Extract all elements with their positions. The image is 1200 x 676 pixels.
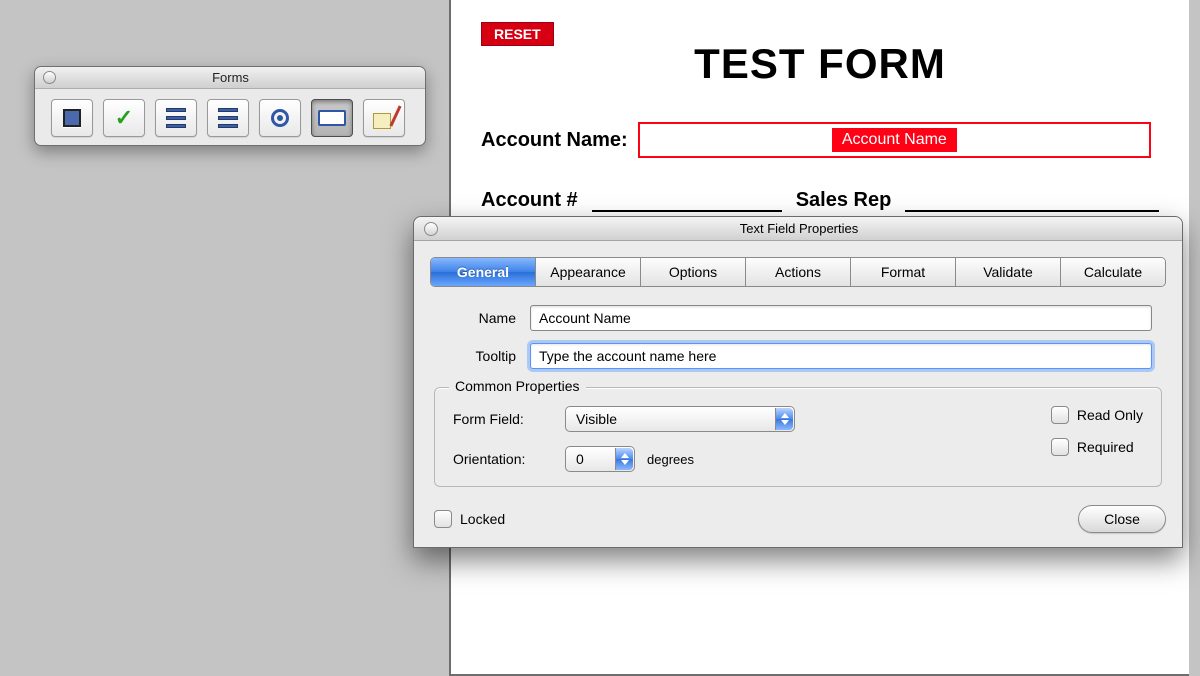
textfield-icon (318, 110, 346, 126)
account-name-field[interactable]: Account Name (638, 122, 1151, 158)
check-icon: ✓ (115, 107, 133, 129)
form-field-value: Visible (576, 411, 617, 427)
account-number-label: Account # (481, 189, 578, 212)
name-field-row: Name (444, 305, 1152, 331)
button-tool[interactable] (51, 99, 93, 137)
orientation-select[interactable]: 0 (565, 446, 635, 472)
tab-appearance[interactable]: Appearance (536, 258, 641, 286)
forms-toolbar-body: ✓ (35, 89, 425, 137)
required-label: Required (1077, 439, 1134, 455)
form-field-select[interactable]: Visible (565, 406, 795, 432)
dialog-footer: Locked Close (414, 497, 1182, 547)
chevron-updown-icon (615, 448, 633, 470)
close-icon[interactable] (424, 222, 438, 236)
tab-validate[interactable]: Validate (956, 258, 1061, 286)
account-name-row: Account Name: Account Name (481, 122, 1159, 158)
readonly-row[interactable]: Read Only (1051, 406, 1143, 424)
sales-rep-label: Sales Rep (796, 189, 892, 212)
tooltip-field-row: Tooltip (444, 343, 1152, 369)
radio-icon (271, 109, 289, 127)
forms-toolbar-titlebar[interactable]: Forms (35, 67, 425, 89)
form-field-label: Form Field: (453, 411, 553, 427)
account-number-field[interactable] (592, 188, 782, 212)
reset-button[interactable]: RESET (481, 22, 554, 46)
forms-toolbar[interactable]: Forms ✓ (34, 66, 426, 146)
locked-row[interactable]: Locked (434, 510, 505, 528)
orientation-value: 0 (576, 451, 584, 467)
tab-options[interactable]: Options (641, 258, 746, 286)
forms-toolbar-title: Forms (56, 70, 405, 85)
required-checkbox[interactable] (1051, 438, 1069, 456)
orientation-unit: degrees (647, 452, 694, 467)
tab-general[interactable]: General (431, 258, 536, 286)
orientation-label: Orientation: (453, 451, 553, 467)
listbox-icon (218, 108, 238, 128)
readonly-label: Read Only (1077, 407, 1143, 423)
dialog-titlebar[interactable]: Text Field Properties (414, 217, 1182, 241)
account-name-label: Account Name: (481, 129, 628, 152)
locked-label: Locked (460, 511, 505, 527)
tab-calculate[interactable]: Calculate (1061, 258, 1165, 286)
textfield-tool[interactable] (311, 99, 353, 137)
tab-format[interactable]: Format (851, 258, 956, 286)
name-label: Name (444, 310, 516, 326)
combobox-icon (166, 108, 186, 128)
account-number-row: Account # Sales Rep (481, 188, 1159, 212)
button-icon (63, 109, 81, 127)
page-title: TEST FORM (481, 40, 1159, 88)
selected-field-badge: Account Name (832, 128, 957, 152)
locked-checkbox[interactable] (434, 510, 452, 528)
tooltip-label: Tooltip (444, 348, 516, 364)
signature-tool[interactable] (363, 99, 405, 137)
chevron-updown-icon (775, 408, 793, 430)
dialog-body: General Appearance Options Actions Forma… (414, 241, 1182, 487)
tooltip-input[interactable] (530, 343, 1152, 369)
name-input[interactable] (530, 305, 1152, 331)
required-row[interactable]: Required (1051, 438, 1143, 456)
text-field-properties-dialog[interactable]: Text Field Properties General Appearance… (413, 216, 1183, 548)
tab-actions[interactable]: Actions (746, 258, 851, 286)
checkbox-tool[interactable]: ✓ (103, 99, 145, 137)
signature-icon (373, 107, 395, 129)
readonly-checkbox[interactable] (1051, 406, 1069, 424)
dialog-title: Text Field Properties (438, 221, 1160, 236)
common-properties-group: Common Properties Form Field: Visible Or… (434, 387, 1162, 487)
radiobutton-tool[interactable] (259, 99, 301, 137)
common-properties-title: Common Properties (449, 378, 586, 394)
sales-rep-field[interactable] (905, 188, 1159, 212)
listbox-tool[interactable] (207, 99, 249, 137)
close-button[interactable]: Close (1078, 505, 1166, 533)
close-icon[interactable] (43, 71, 56, 84)
dialog-tabs: General Appearance Options Actions Forma… (430, 257, 1166, 287)
combobox-tool[interactable] (155, 99, 197, 137)
